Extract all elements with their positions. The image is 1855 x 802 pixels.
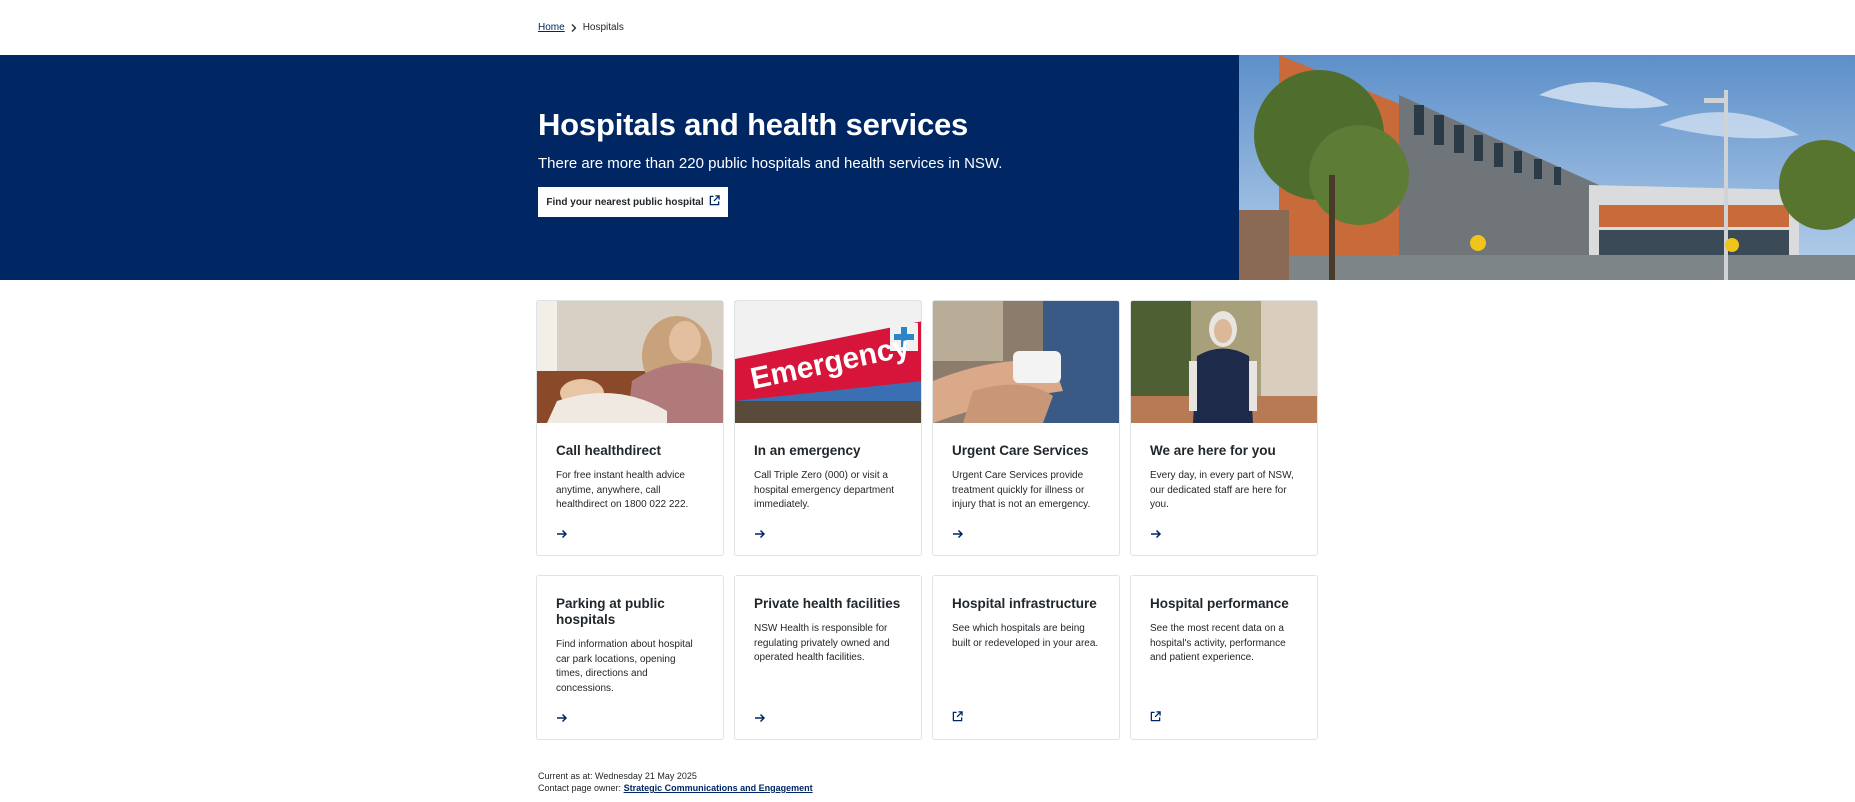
card-title: Private health facilities [754,596,901,611]
card-description: Call Triple Zero (000) or visit a hospit… [754,470,895,511]
hero-banner: Hospitals and health services There are … [0,55,1855,280]
card-in-an-emergency[interactable]: Emergency In an emergency Call Triple Ze… [734,300,922,556]
arrow-right-icon[interactable] [754,710,766,728]
arrow-right-icon[interactable] [556,526,568,544]
card-title: In an emergency [754,443,861,458]
breadcrumb-current: Hospitals [582,22,624,33]
card-description: Urgent Care Services provide treatment q… [952,470,1091,511]
external-link-icon[interactable] [952,709,963,727]
find-nearest-hospital-label: Find your nearest public hospital [546,196,704,208]
chevron-right-icon [571,23,577,32]
breadcrumb-home-link[interactable]: Home [538,22,565,33]
card-title: Hospital infrastructure [952,596,1097,611]
page-meta: Current as at: Wednesday 21 May 2025 Con… [538,770,813,794]
page-owner-link[interactable]: Strategic Communications and Engagement [624,783,813,793]
card-hospital-performance[interactable]: Hospital performance See the most recent… [1130,575,1318,740]
mother-and-child-photo [537,301,723,423]
card-description: Every day, in every part of NSW, our ded… [1150,470,1294,511]
card-description: For free instant health advice anytime, … [556,470,689,511]
page-owner: Contact page owner: Strategic Communicat… [538,782,813,794]
card-urgent-care-services[interactable]: Urgent Care Services Urgent Care Service… [932,300,1120,556]
card-title: Hospital performance [1150,596,1289,611]
external-link-icon [709,195,720,209]
card-hospital-infrastructure[interactable]: Hospital infrastructure See which hospit… [932,575,1120,740]
card-description: See the most recent data on a hospital's… [1150,623,1286,664]
page-title: Hospitals and health services [538,107,969,142]
card-parking[interactable]: Parking at public hospitals Find informa… [536,575,724,740]
arrow-right-icon[interactable] [952,526,964,544]
breadcrumb: Home Hospitals [538,22,624,33]
card-description: Find information about hospital car park… [556,639,693,694]
emergency-sign-photo: Emergency [735,301,921,423]
card-call-healthdirect[interactable]: Call healthdirect For free instant healt… [536,300,724,556]
card-title: Urgent Care Services [952,443,1089,458]
nurse-photo [1131,301,1317,423]
card-description: See which hospitals are being built or r… [952,623,1099,649]
card-title: Parking at public hospitals [556,596,665,627]
card-description: NSW Health is responsible for regulating… [754,623,890,664]
find-nearest-hospital-button[interactable]: Find your nearest public hospital [538,187,728,217]
page-owner-label: Contact page owner: [538,783,622,793]
card-private-health-facilities[interactable]: Private health facilities NSW Health is … [734,575,922,740]
hospital-building-photo [1239,55,1855,280]
external-link-icon[interactable] [1150,709,1161,727]
arrow-right-icon[interactable] [1150,526,1162,544]
arrow-right-icon[interactable] [754,526,766,544]
current-as-at: Current as at: Wednesday 21 May 2025 [538,771,697,781]
card-title: We are here for you [1150,443,1276,458]
card-title: Call healthdirect [556,443,662,458]
card-we-are-here-for-you[interactable]: We are here for you Every day, in every … [1130,300,1318,556]
arrow-right-icon[interactable] [556,710,568,728]
hero-subtitle: There are more than 220 public hospitals… [538,155,1003,172]
bandaged-arm-photo [933,301,1119,423]
